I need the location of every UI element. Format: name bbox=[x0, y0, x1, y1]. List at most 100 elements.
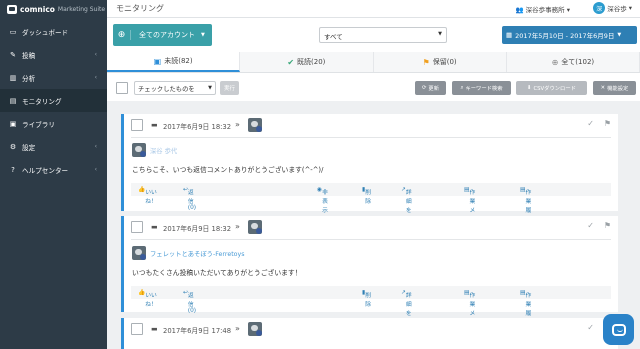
wrench-icon: ✕ bbox=[600, 85, 606, 91]
execute-button[interactable]: 実行 bbox=[220, 81, 239, 95]
post-timestamp: 2017年6月9日 18:32 bbox=[163, 123, 232, 131]
post-checkbox[interactable] bbox=[131, 119, 143, 131]
csv-label: CSVダウンロード bbox=[533, 86, 576, 92]
delete-button[interactable]: ▮ 削除 bbox=[362, 290, 371, 308]
delete-button[interactable]: ▮ 削除 bbox=[362, 187, 371, 205]
tab-unread[interactable]: ▣ 未読(82) bbox=[107, 52, 241, 72]
post-checkbox[interactable] bbox=[131, 323, 143, 335]
date-range-label: 2017年5月10日 - 2017年6月9日 bbox=[515, 32, 615, 40]
refresh-icon: ⟳ bbox=[421, 85, 427, 91]
sidebar-item-label: ヘルプセンター bbox=[22, 166, 69, 175]
author-avatar[interactable] bbox=[132, 246, 146, 260]
monitoring-feed: ▬ 2017年6月9日 18:32 » ✓ ⚑ 深谷 歩代 こちらこそ、いつも返… bbox=[107, 101, 640, 349]
organization-menu[interactable]: 👥 深谷歩事務所 ▾ bbox=[515, 4, 570, 14]
post-message: こちらこそ、いつも返信コメントありがとうございます(^-^)/ bbox=[132, 166, 324, 174]
chat-support-button[interactable] bbox=[603, 314, 634, 345]
reply-button[interactable]: ↩ 返信 (0) bbox=[183, 187, 196, 211]
sidebar-item-help[interactable]: ? ヘルプセンター ‹ bbox=[0, 158, 107, 181]
divider bbox=[131, 137, 611, 138]
status-filter-select[interactable]: すべて ▼ bbox=[319, 27, 447, 43]
bulk-action-select[interactable]: チェックしたものを ▼ bbox=[134, 81, 216, 95]
author-avatar[interactable] bbox=[132, 143, 146, 157]
pencil-icon: ✎ bbox=[10, 50, 16, 59]
chat-bubble-icon bbox=[611, 323, 626, 336]
help-icon: ? bbox=[11, 165, 15, 174]
tab-read[interactable]: ✔ 既読(20) bbox=[240, 52, 374, 72]
tab-label: 全て(102) bbox=[561, 58, 595, 66]
settings-label: 機能設定 bbox=[607, 86, 629, 92]
refresh-label: 更新 bbox=[428, 86, 440, 92]
work-memo-button[interactable]: ▤ 作業メモ(0) bbox=[464, 187, 478, 229]
date-range-button[interactable]: ▦ 2017年5月10日 - 2017年6月9日 ▼ bbox=[502, 26, 637, 44]
account-thumbnail[interactable] bbox=[248, 118, 262, 132]
work-memo-button[interactable]: ▤ 作業メモ(0) bbox=[464, 290, 478, 332]
flag-icon[interactable]: ⚑ bbox=[604, 221, 611, 230]
author-name[interactable]: 深谷 歩代 bbox=[150, 146, 177, 155]
show-details-button[interactable]: ↗ 詳細を表示 bbox=[401, 187, 412, 232]
sidebar-item-post[interactable]: ✎ 投稿 ‹ bbox=[0, 43, 107, 66]
work-history-button[interactable]: ▤ 作業履歴(0) bbox=[520, 290, 534, 332]
refresh-button[interactable]: ⟳ 更新 bbox=[415, 81, 446, 95]
author-name[interactable]: フェレットとあそぼう-Ferretoys bbox=[150, 249, 245, 258]
user-menu[interactable]: 深 深谷歩 ▾ bbox=[593, 2, 632, 14]
sidebar-item-library[interactable]: ▣ ライブラリ bbox=[0, 112, 107, 135]
account-thumbnail[interactable] bbox=[248, 322, 262, 336]
sidebar-item-label: 設定 bbox=[22, 143, 36, 152]
show-details-button[interactable]: ↗ 詳細を表示 bbox=[401, 290, 412, 335]
chevron-left-icon: ‹ bbox=[94, 74, 97, 81]
sidebar-item-settings[interactable]: ⚙ 設定 ‹ bbox=[0, 135, 107, 158]
account-thumbnail[interactable] bbox=[248, 220, 262, 234]
double-chevron-right-icon: » bbox=[235, 120, 240, 129]
feature-settings-button[interactable]: ✕ 機能設定 bbox=[593, 81, 636, 95]
tab-label: 未読(82) bbox=[164, 57, 193, 65]
organization-name: 深谷歩事務所 bbox=[525, 6, 565, 14]
chart-icon: ▥ bbox=[9, 73, 17, 82]
inbox-icon: ▣ bbox=[153, 56, 162, 66]
sidebar-item-label: 投稿 bbox=[22, 51, 36, 60]
chevron-left-icon: ‹ bbox=[94, 166, 97, 173]
tab-label: 既読(20) bbox=[297, 58, 326, 66]
post-checkbox[interactable] bbox=[131, 221, 143, 233]
tab-pending[interactable]: ⚑ 保留(0) bbox=[374, 52, 507, 72]
post-card: ▬ 2017年6月9日 18:32 » ✓ ⚑ フェレットとあそぼう-Ferre… bbox=[121, 216, 618, 335]
brand-suite: Marketing Suite bbox=[57, 5, 106, 13]
mark-read-check-icon[interactable]: ✓ bbox=[587, 323, 594, 332]
keyword-search-button[interactable]: ⌕ キーワード検索 bbox=[452, 81, 511, 95]
hide-button[interactable]: ◉ 非表示 bbox=[317, 187, 328, 214]
sidebar-item-monitoring[interactable]: ▤ モニタリング bbox=[0, 89, 107, 112]
caret-down-icon: ▼ bbox=[438, 31, 442, 37]
tab-label: 保留(0) bbox=[432, 58, 457, 66]
like-button[interactable]: 👍 いいね！ bbox=[138, 187, 157, 205]
csv-download-button[interactable]: ⬇ CSVダウンロード bbox=[516, 81, 587, 95]
mark-read-check-icon[interactable]: ✓ bbox=[587, 119, 594, 128]
reply-label: 返信 (0) bbox=[187, 292, 197, 314]
chevron-left-icon: ‹ bbox=[94, 143, 97, 150]
reply-button[interactable]: ↩ 返信 (0) bbox=[183, 290, 196, 314]
work-history-button[interactable]: ▤ 作業履歴(0) bbox=[520, 187, 534, 229]
dashboard-icon: ▭ bbox=[9, 27, 17, 36]
delete-label: 削除 bbox=[365, 189, 372, 205]
delete-label: 削除 bbox=[365, 292, 372, 308]
globe-icon: ⊕ bbox=[113, 30, 131, 40]
like-button[interactable]: 👍 いいね！ bbox=[138, 290, 157, 308]
caret-down-icon: ▼ bbox=[201, 32, 205, 38]
post-header: ▬ 2017年6月9日 18:32 » ✓ ⚑ bbox=[124, 216, 618, 239]
check-icon: ✔ bbox=[287, 57, 295, 67]
post-header: ▬ 2017年6月9日 18:32 » ✓ ⚑ bbox=[124, 114, 618, 137]
comment-icon: ▬ bbox=[151, 121, 158, 129]
post-card: ▬ 2017年6月9日 18:32 » ✓ ⚑ 深谷 歩代 こちらこそ、いつも返… bbox=[121, 114, 618, 232]
caret-down-icon: ▼ bbox=[208, 85, 212, 91]
account-select-button[interactable]: ⊕ 全てのアカウント ▼ bbox=[113, 24, 212, 46]
brand[interactable]: comnico Marketing Suite bbox=[0, 0, 107, 18]
post-action-bar: 👍 いいね！ ↩ 返信 (0) ◉ 非表示 ▮ 削除 ↗ 詳細を表示 ▤ 作業メ… bbox=[131, 183, 611, 232]
flag-icon: ⚑ bbox=[422, 57, 430, 67]
sidebar-item-analytics[interactable]: ▥ 分析 ‹ bbox=[0, 66, 107, 89]
flag-icon[interactable]: ⚑ bbox=[604, 119, 611, 128]
tab-all[interactable]: ⊕ 全て(102) bbox=[507, 52, 640, 72]
organization-icon: 👥 bbox=[515, 6, 524, 14]
gear-icon: ⚙ bbox=[9, 142, 17, 151]
sidebar-item-dashboard[interactable]: ▭ ダッシュボード bbox=[0, 20, 107, 43]
select-all-checkbox[interactable] bbox=[116, 82, 128, 94]
reply-label: 返信 (0) bbox=[187, 189, 197, 211]
mark-read-check-icon[interactable]: ✓ bbox=[587, 221, 594, 230]
